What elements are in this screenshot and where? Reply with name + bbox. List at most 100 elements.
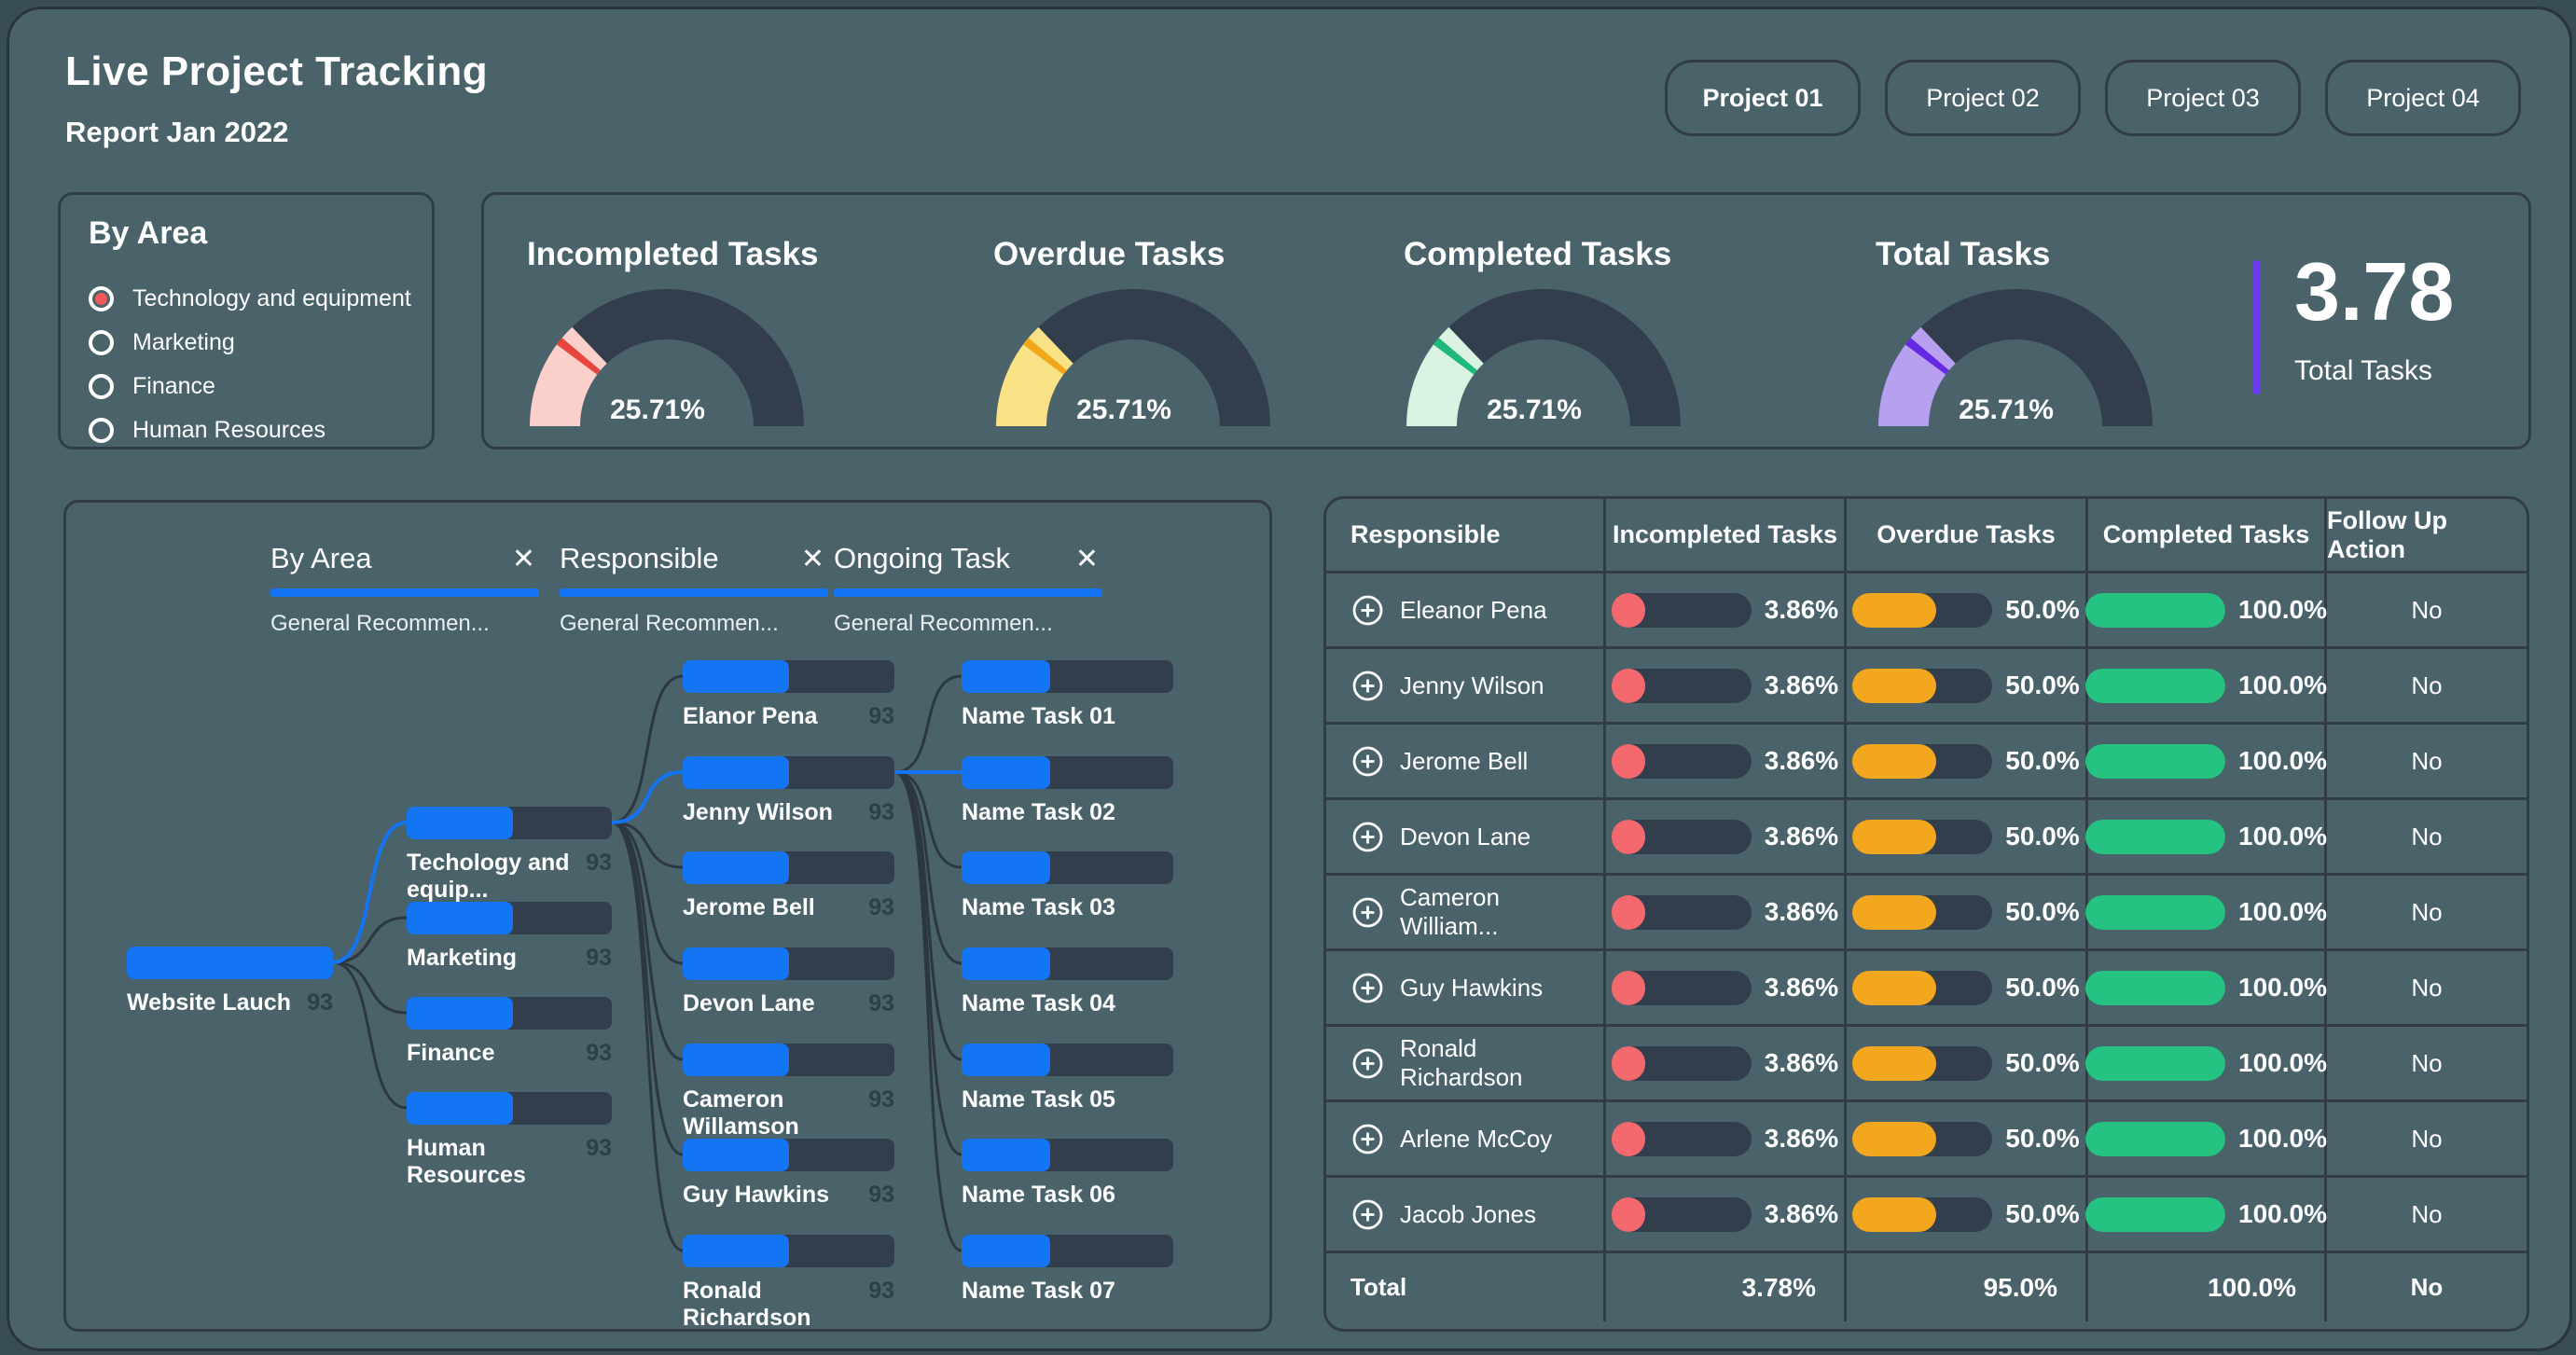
tree-node-elanor-pena: Elanor Pena93 (683, 660, 894, 730)
total-follow-up: No (2327, 1253, 2527, 1321)
tree-node-bar[interactable] (962, 756, 1173, 789)
radio-icon[interactable] (89, 286, 114, 311)
progress-pill-overdue (1852, 1122, 1992, 1156)
tree-node-label: Techology and equip... (407, 850, 586, 904)
area-option-technology-and-equipment[interactable]: Technology and equipment (89, 277, 417, 321)
progress-pill-overdue (1852, 971, 1992, 1005)
metric-cell-completed: 100.0% (2088, 876, 2327, 951)
expand-icon[interactable] (1350, 820, 1385, 854)
tree-node-label: Cameron Willamson (683, 1086, 868, 1141)
tree-node-techology-and-equip: Techology and equip...93 (407, 807, 612, 904)
project-button-project-04[interactable]: Project 04 (2325, 60, 2521, 136)
expand-icon[interactable] (1350, 669, 1385, 703)
project-button-project-02[interactable]: Project 02 (1885, 60, 2081, 136)
metric-cell-overdue: 50.0% (1847, 800, 2088, 876)
tree-node-bar[interactable] (962, 660, 1173, 693)
metric-value: 100.0% (2238, 1124, 2327, 1154)
tree-node-label: Name Task 04 (962, 990, 1115, 1017)
metric-cell-completed: 100.0% (2088, 1102, 2327, 1178)
total-incompleted: 3.78% (1606, 1253, 1847, 1321)
metric-cell-incompleted: 3.86% (1606, 574, 1847, 649)
tree-header-subtext: General Recommen... (270, 611, 539, 637)
radio-icon[interactable] (89, 330, 114, 355)
close-icon[interactable]: ✕ (797, 543, 828, 575)
progress-pill-completed (2085, 820, 2225, 854)
expand-icon[interactable] (1350, 744, 1385, 779)
radio-icon[interactable] (89, 418, 114, 443)
tree-node-bar[interactable] (407, 807, 612, 839)
tree-node-bar[interactable] (683, 947, 894, 980)
progress-pill-completed (2085, 1197, 2225, 1232)
gauge-title: Total Tasks (1876, 236, 2183, 273)
project-button-project-03[interactable]: Project 03 (2105, 60, 2301, 136)
table-row-name: Eleanor Pena (1326, 574, 1606, 649)
tree-node-bar[interactable] (683, 851, 894, 884)
tree-node-bar[interactable] (683, 756, 894, 789)
tree-node-bar[interactable] (683, 1044, 894, 1076)
expand-icon[interactable] (1350, 971, 1385, 1005)
tree-node-bar[interactable] (962, 1235, 1173, 1267)
tree-node-label: Guy Hawkins (683, 1182, 829, 1209)
follow-up-cell: No (2327, 951, 2527, 1027)
progress-pill-completed (2085, 1046, 2225, 1081)
responsible-name: Eleanor Pena (1400, 596, 1547, 625)
expand-icon[interactable] (1350, 895, 1385, 930)
radio-icon[interactable] (89, 374, 114, 399)
expand-icon[interactable] (1350, 1046, 1385, 1081)
tree-node-bar[interactable] (962, 1044, 1173, 1076)
close-icon[interactable]: ✕ (1072, 543, 1102, 575)
area-option-label: Finance (132, 373, 215, 400)
table-row-name: Arlene McCoy (1326, 1102, 1606, 1178)
area-option-finance[interactable]: Finance (89, 365, 417, 408)
follow-up-value: No (2411, 823, 2442, 851)
tree-node-guy-hawkins: Guy Hawkins 93 (683, 1139, 894, 1209)
metric-cell-incompleted: 3.86% (1606, 876, 1847, 951)
total-overdue: 95.0% (1847, 1253, 2088, 1321)
tree-node-bar[interactable] (407, 902, 612, 934)
tree-node-label: Human Resources (407, 1135, 586, 1189)
follow-up-value: No (2411, 1049, 2442, 1078)
progress-pill-overdue (1852, 669, 1992, 703)
tree-node-label: Finance (407, 1040, 494, 1067)
tree-node-devon-lane: Devon Lane93 (683, 947, 894, 1017)
area-option-label: Marketing (132, 329, 235, 356)
tree-node-bar[interactable] (127, 947, 333, 979)
tree-node-bar[interactable] (683, 660, 894, 693)
metric-cell-completed: 100.0% (2088, 574, 2327, 649)
follow-up-value: No (2411, 1200, 2442, 1229)
gauge-value: 25.71% (527, 394, 788, 426)
gauge-title: Completed Tasks (1404, 236, 1711, 273)
progress-pill-incompleted (1612, 1046, 1752, 1081)
tree-node-bar[interactable] (683, 1235, 894, 1267)
tree-header-by-area: By Area✕ General Recommen... (270, 542, 539, 637)
tree-node-website-lauch: Website Lauch93 (127, 947, 333, 1016)
close-icon[interactable]: ✕ (508, 543, 539, 575)
tree-node-bar[interactable] (962, 1139, 1173, 1171)
tree-node-bar[interactable] (407, 997, 612, 1030)
table-row-name: Jacob Jones (1326, 1178, 1606, 1253)
metric-value: 3.86% (1765, 822, 1838, 851)
tree-node-bar[interactable] (407, 1092, 612, 1125)
tree-node-marketing: Marketing93 (407, 902, 612, 972)
tree-header-label: By Area (270, 542, 508, 575)
tree-node-bar[interactable] (962, 851, 1173, 884)
tree-header-label: Responsible (560, 542, 797, 575)
decomposition-tree-panel: By Area✕General Recommen...Responsible✕G… (63, 500, 1272, 1332)
gauge-completed-tasks: Completed Tasks25.71% (1404, 236, 1711, 426)
progress-pill-incompleted (1612, 744, 1752, 779)
table-row-name: Devon Lane (1326, 800, 1606, 876)
responsible-name: Jerome Bell (1400, 747, 1528, 776)
area-option-human-resources[interactable]: Human Resources (89, 408, 417, 452)
expand-icon[interactable] (1350, 1122, 1385, 1156)
expand-icon[interactable] (1350, 1197, 1385, 1232)
expand-icon[interactable] (1350, 593, 1385, 628)
tree-node-cameron-willamson: Cameron Willamson93 (683, 1044, 894, 1141)
project-button-project-01[interactable]: Project 01 (1665, 60, 1861, 136)
tree-node-bar[interactable] (962, 947, 1173, 980)
tree-header-ongoing-task: Ongoing Task✕General Recommen... (834, 542, 1102, 637)
tree-node-value: 93 (868, 1182, 894, 1209)
tree-node-bar[interactable] (683, 1139, 894, 1171)
area-option-marketing[interactable]: Marketing (89, 321, 417, 365)
metric-value: 3.86% (1765, 595, 1838, 625)
column-header-completed-tasks: Completed Tasks (2088, 499, 2327, 574)
